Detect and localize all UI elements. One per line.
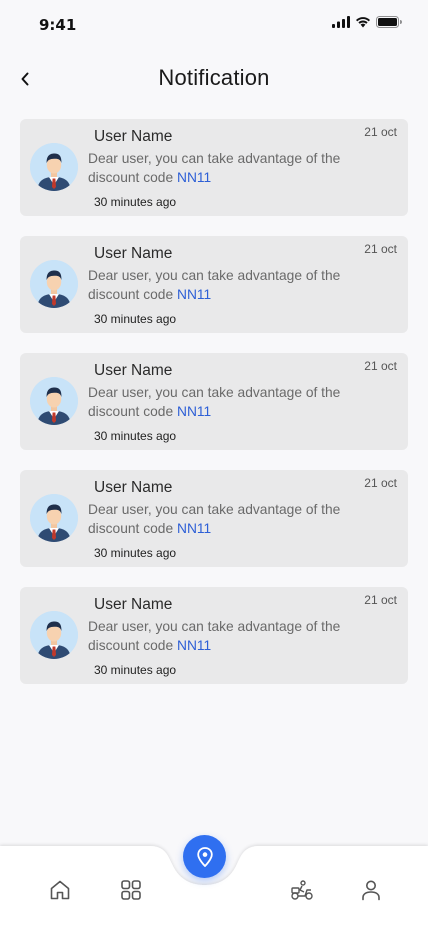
user-avatar-icon	[30, 377, 78, 425]
page-title: Notification	[158, 65, 270, 90]
notification-message: Dear user, you can take advantage of the…	[88, 266, 378, 304]
status-bar: 9:41	[0, 0, 428, 48]
user-name: User Name	[94, 245, 173, 262]
discount-code[interactable]: NN11	[177, 404, 211, 419]
avatar	[30, 377, 78, 425]
nav-delivery[interactable]	[288, 876, 316, 904]
avatar	[30, 494, 78, 542]
notification-card[interactable]: User Name 21 oct Dear user, you can take…	[20, 236, 408, 333]
notification-date: 21 oct	[364, 476, 397, 490]
notification-card[interactable]: User Name 21 oct Dear user, you can take…	[20, 119, 408, 216]
user-avatar-icon	[30, 494, 78, 542]
discount-code[interactable]: NN11	[177, 638, 211, 653]
user-name: User Name	[94, 128, 173, 145]
notification-time: 30 minutes ago	[94, 312, 177, 326]
notification-message: Dear user, you can take advantage of the…	[88, 617, 378, 655]
nav-categories[interactable]	[117, 876, 145, 904]
avatar	[30, 611, 78, 659]
user-name: User Name	[94, 596, 173, 613]
header: Notification	[0, 60, 428, 98]
wifi-icon	[356, 17, 370, 28]
notification-message: Dear user, you can take advantage of the…	[88, 149, 378, 187]
notification-date: 21 oct	[364, 359, 397, 373]
notification-time: 30 minutes ago	[94, 429, 177, 443]
delivery-scooter-icon	[291, 880, 313, 900]
user-avatar-icon	[30, 611, 78, 659]
status-time: 9:41	[39, 16, 77, 34]
battery-icon	[376, 16, 402, 28]
home-icon	[50, 880, 70, 900]
notification-message: Dear user, you can take advantage of the…	[88, 383, 378, 421]
user-avatar-icon	[30, 143, 78, 191]
message-text: Dear user, you can take advantage of the…	[88, 268, 341, 302]
notification-card[interactable]: User Name 21 oct Dear user, you can take…	[20, 353, 408, 450]
notification-list: User Name 21 oct Dear user, you can take…	[20, 119, 408, 704]
user-name: User Name	[94, 362, 173, 379]
grid-icon	[121, 880, 141, 900]
message-text: Dear user, you can take advantage of the…	[88, 385, 341, 419]
nav-profile[interactable]	[357, 876, 385, 904]
message-text: Dear user, you can take advantage of the…	[88, 151, 341, 185]
notification-time: 30 minutes ago	[94, 663, 177, 677]
location-pin-icon	[196, 846, 213, 867]
message-text: Dear user, you can take advantage of the…	[88, 619, 341, 653]
profile-icon	[362, 880, 380, 901]
notification-date: 21 oct	[364, 593, 397, 607]
message-text: Dear user, you can take advantage of the…	[88, 502, 341, 536]
notification-card[interactable]: User Name 21 oct Dear user, you can take…	[20, 587, 408, 684]
status-icons	[332, 16, 402, 28]
notification-message: Dear user, you can take advantage of the…	[88, 500, 378, 538]
notification-time: 30 minutes ago	[94, 546, 177, 560]
discount-code[interactable]: NN11	[177, 170, 211, 185]
cellular-signal-icon	[332, 16, 350, 28]
user-name: User Name	[94, 479, 173, 496]
avatar	[30, 260, 78, 308]
nav-home[interactable]	[46, 876, 74, 904]
notification-date: 21 oct	[364, 242, 397, 256]
discount-code[interactable]: NN11	[177, 287, 211, 302]
discount-code[interactable]: NN11	[177, 521, 211, 536]
user-avatar-icon	[30, 260, 78, 308]
notification-card[interactable]: User Name 21 oct Dear user, you can take…	[20, 470, 408, 567]
notification-time: 30 minutes ago	[94, 195, 177, 209]
map-location-button[interactable]	[183, 835, 226, 878]
avatar	[30, 143, 78, 191]
notification-date: 21 oct	[364, 125, 397, 139]
